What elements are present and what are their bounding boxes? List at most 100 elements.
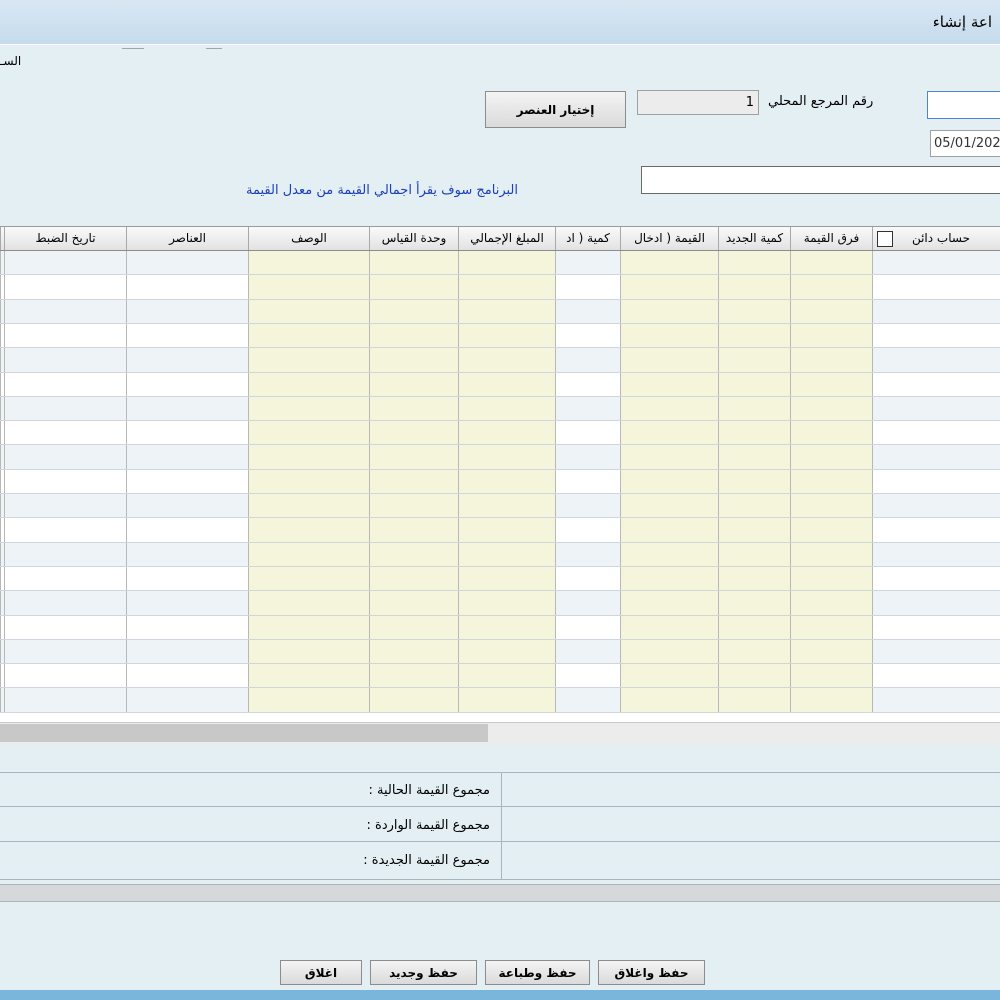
grid-cell[interactable]	[790, 348, 872, 373]
grid-cell[interactable]	[4, 469, 126, 494]
grid-cell[interactable]	[718, 469, 790, 494]
grid-cell[interactable]	[4, 251, 126, 276]
grid-cell[interactable]	[369, 372, 458, 397]
col-header-value-diff[interactable]: فرق القيمة	[790, 227, 872, 250]
grid-cell[interactable]	[369, 251, 458, 276]
grid-cell[interactable]	[248, 494, 369, 519]
grid-cell[interactable]	[872, 542, 1000, 567]
grid-cell[interactable]	[458, 518, 555, 543]
grid-cell[interactable]	[369, 396, 458, 422]
grid-cell[interactable]	[4, 591, 126, 616]
grid-cell[interactable]	[4, 518, 126, 543]
grid-cell[interactable]	[126, 542, 248, 567]
grid-cell[interactable]	[872, 494, 1000, 519]
grid-cell[interactable]	[248, 396, 369, 422]
grid-cell[interactable]	[248, 372, 369, 397]
grid-cell[interactable]	[718, 566, 790, 592]
grid-cell[interactable]	[790, 591, 872, 616]
grid-cell[interactable]	[4, 494, 126, 519]
grid-cell[interactable]	[458, 469, 555, 494]
grid-cell[interactable]	[718, 542, 790, 567]
grid-cell[interactable]	[458, 639, 555, 665]
col-header-description[interactable]: الوصف	[248, 227, 369, 250]
save-new-button[interactable]: حفظ وجديد	[370, 960, 477, 985]
grid-cell[interactable]	[4, 299, 126, 324]
grid-cell[interactable]	[458, 445, 555, 470]
grid-cell[interactable]	[718, 639, 790, 665]
grid-cell[interactable]	[555, 275, 620, 300]
grid-cell[interactable]	[790, 566, 872, 592]
grid-cell[interactable]	[248, 639, 369, 665]
select-all-checkbox[interactable]	[877, 231, 893, 247]
grid-cell[interactable]	[248, 251, 369, 276]
grid-cell[interactable]	[126, 518, 248, 543]
save-print-button[interactable]: حفظ وطباعة	[485, 960, 590, 985]
grid-cell[interactable]	[872, 251, 1000, 276]
grid-cell[interactable]	[458, 348, 555, 373]
grid-cell[interactable]	[458, 372, 555, 397]
grid-cell[interactable]	[718, 688, 790, 713]
grid-cell[interactable]	[369, 421, 458, 446]
grid-cell[interactable]	[718, 299, 790, 324]
grid-cell[interactable]	[555, 251, 620, 276]
grid-cell[interactable]	[248, 615, 369, 640]
grid-cell[interactable]	[369, 494, 458, 519]
grid-cell[interactable]	[458, 299, 555, 324]
grid-cell[interactable]	[126, 421, 248, 446]
grid-cell[interactable]	[4, 566, 126, 592]
grid-cell[interactable]	[126, 615, 248, 640]
grid-cell[interactable]	[790, 445, 872, 470]
grid-cell[interactable]	[718, 664, 790, 689]
grid-cell[interactable]	[4, 275, 126, 300]
grid-cell[interactable]	[4, 372, 126, 397]
grid-cell[interactable]	[248, 664, 369, 689]
grid-cell[interactable]	[555, 639, 620, 665]
grid-cell[interactable]	[458, 566, 555, 592]
grid-cell[interactable]	[620, 591, 718, 616]
grid-cell[interactable]	[555, 664, 620, 689]
grid-cell[interactable]	[718, 348, 790, 373]
grid-cell[interactable]	[4, 348, 126, 373]
grid-cell[interactable]	[620, 542, 718, 567]
grid-cell[interactable]	[790, 494, 872, 519]
grid-cell[interactable]	[248, 445, 369, 470]
grid-cell[interactable]	[620, 348, 718, 373]
grid-cell[interactable]	[872, 639, 1000, 665]
grid-cell[interactable]	[718, 396, 790, 422]
grid-cell[interactable]	[4, 396, 126, 422]
grid-cell[interactable]	[369, 275, 458, 300]
grid-cell[interactable]	[4, 323, 126, 349]
grid-cell[interactable]	[790, 518, 872, 543]
grid-cell[interactable]	[620, 299, 718, 324]
grid-cell[interactable]	[790, 372, 872, 397]
grid-cell[interactable]	[369, 639, 458, 665]
grid-cell[interactable]	[458, 251, 555, 276]
grid-cell[interactable]	[872, 348, 1000, 373]
grid-cell[interactable]	[718, 421, 790, 446]
code-field[interactable]	[927, 91, 1000, 119]
date-field[interactable]: 05/01/202	[930, 130, 1000, 157]
grid-cell[interactable]	[126, 494, 248, 519]
choose-item-button[interactable]: إختيار العنصر	[485, 91, 626, 128]
col-header-items[interactable]: العناصر	[126, 227, 248, 250]
grid-cell[interactable]	[555, 518, 620, 543]
grid-cell[interactable]	[790, 396, 872, 422]
grid-cell[interactable]	[872, 421, 1000, 446]
grid-cell[interactable]	[790, 299, 872, 324]
grid-cell[interactable]	[126, 664, 248, 689]
grid-cell[interactable]	[620, 494, 718, 519]
col-header-unit[interactable]: وحدة القياس	[369, 227, 458, 250]
grid-cell[interactable]	[620, 445, 718, 470]
grid-cell[interactable]	[790, 542, 872, 567]
grid-cell[interactable]	[4, 421, 126, 446]
grid-cell[interactable]	[790, 251, 872, 276]
grid-cell[interactable]	[790, 469, 872, 494]
grid-cell[interactable]	[458, 323, 555, 349]
grid-cell[interactable]	[4, 639, 126, 665]
grid-cell[interactable]	[620, 421, 718, 446]
grid-cell[interactable]	[369, 566, 458, 592]
grid-cell[interactable]	[369, 615, 458, 640]
grid-cell[interactable]	[126, 591, 248, 616]
col-header-adjust-date[interactable]: تاريخ الضبط	[4, 227, 126, 250]
description-field[interactable]	[641, 166, 1000, 194]
